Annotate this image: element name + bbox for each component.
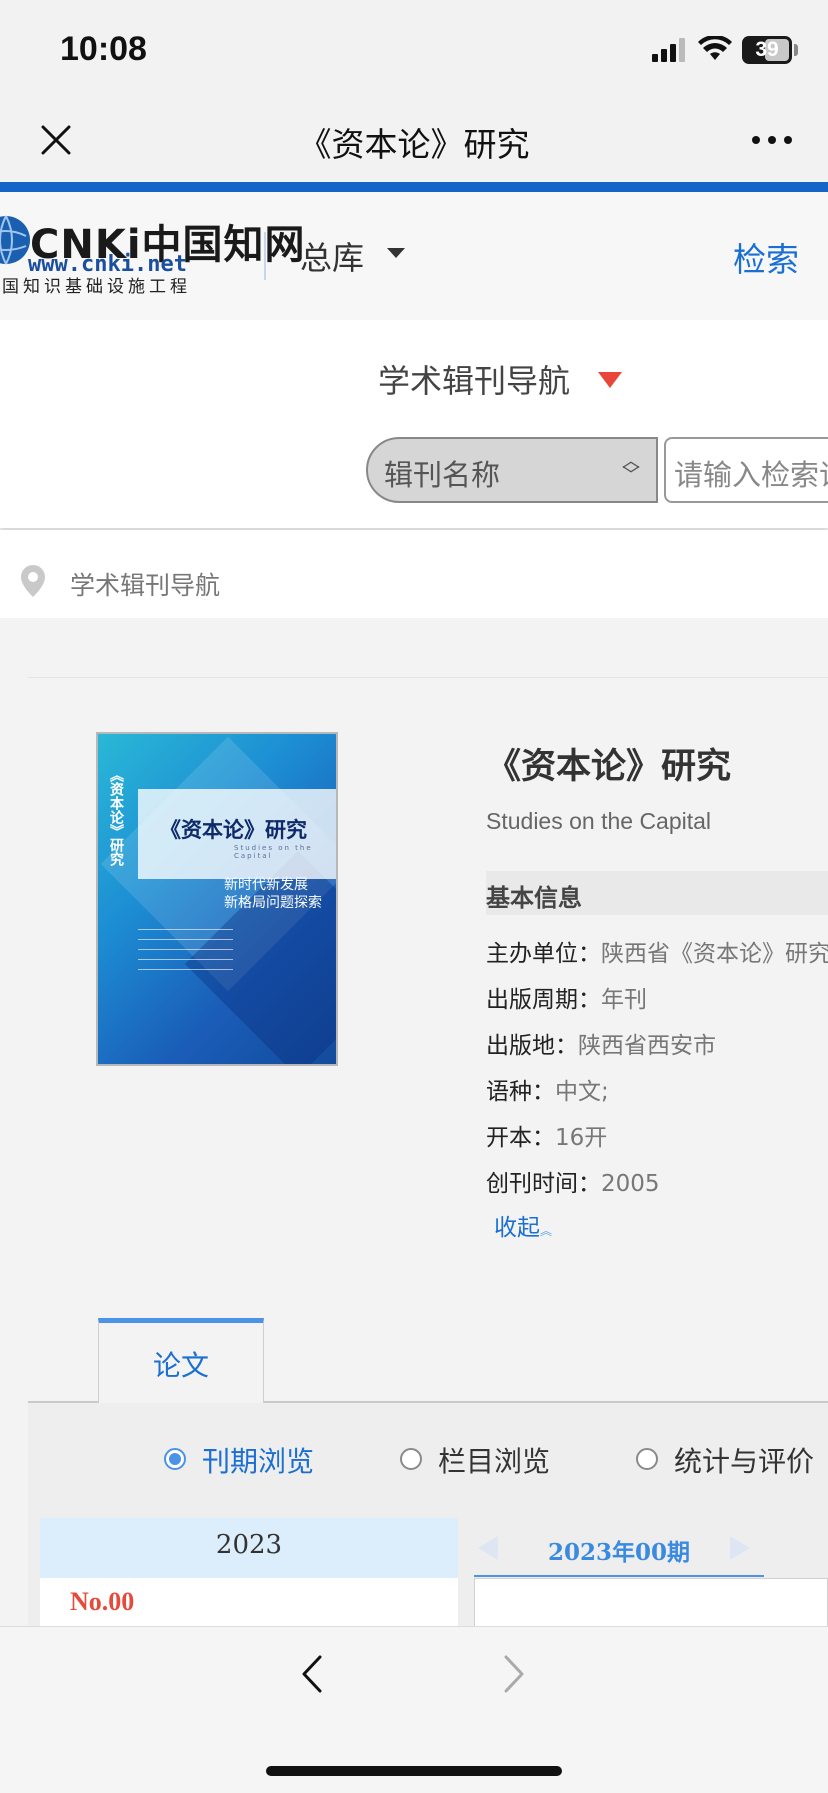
home-indicator [266, 1766, 562, 1776]
battery-level: 39 [755, 38, 779, 61]
info-value: 陕西省西安市 [578, 1033, 716, 1059]
chevron-left-icon[interactable] [298, 1654, 326, 1694]
info-label: 开本： [486, 1125, 555, 1151]
journal-title: 《资本论》研究 [486, 747, 732, 787]
field-select-value: 辑刊名称 [384, 458, 501, 492]
search-placeholder: 请输入检索词 [674, 458, 828, 492]
nav-heading[interactable]: 学术辑刊导航 [378, 356, 570, 402]
cover-title: 《资本论》研究 [160, 818, 307, 842]
cover-subtitle-en: Studies on the Capital [234, 844, 313, 860]
search-link[interactable]: 检索 [733, 233, 799, 281]
radio-stats[interactable] [636, 1448, 658, 1470]
caret-down-icon[interactable] [598, 372, 622, 388]
info-row: 语种：中文; [486, 1072, 609, 1106]
year-label: 2023 [215, 1530, 283, 1560]
radio-issue-browse-label[interactable]: 刊期浏览 [202, 1440, 314, 1480]
period-underline [474, 1575, 764, 1577]
period-content [474, 1578, 828, 1628]
info-value: 中文; [555, 1079, 609, 1105]
battery-cap [794, 44, 798, 56]
chevron-right-icon[interactable] [500, 1654, 528, 1694]
info-value: 年刊 [601, 987, 647, 1013]
info-value: 2005 [601, 1171, 660, 1197]
journal-cover: 《资本论》研究 Studies on the Capital 《资本论》研究 新… [96, 732, 338, 1066]
issue-label[interactable]: No.00 [70, 1587, 134, 1617]
radio-issue-browse[interactable] [164, 1448, 186, 1470]
info-label: 出版地： [486, 1033, 578, 1059]
info-value: 16开 [555, 1125, 608, 1151]
battery-indicator: 39 [742, 36, 792, 64]
page-title: 《资本论》研究 [298, 125, 530, 164]
chevron-down-icon[interactable] [387, 248, 405, 258]
radio-column-browse[interactable] [400, 1448, 422, 1470]
wifi-icon [698, 36, 732, 60]
info-row: 开本：16开 [486, 1118, 607, 1152]
cnki-logo-subtitle: 国知识基础设施工程 [2, 277, 191, 297]
info-value: 陕西省《资本论》研究会 [601, 941, 828, 967]
section-divider [28, 677, 828, 678]
cover-theme: 新时代新发展 新格局问题探索 [224, 876, 322, 912]
cover-text-lines [138, 920, 233, 970]
radio-stats-label[interactable]: 统计与评价 [674, 1440, 814, 1480]
status-time: 10:08 [60, 30, 147, 68]
journal-title-en: Studies on the Capital [486, 808, 712, 834]
info-label: 创刊时间： [486, 1171, 601, 1197]
info-row: 主办单位：陕西省《资本论》研究会 [486, 934, 828, 968]
info-label: 出版周期： [486, 987, 601, 1013]
period-label: 2023年00期 [547, 1539, 691, 1566]
accent-divider [0, 182, 828, 192]
select-updown-icon: ︿ ﹀ [622, 451, 640, 486]
info-row: 创刊时间：2005 [486, 1164, 660, 1198]
info-label: 语种： [486, 1079, 555, 1105]
info-heading: 基本信息 [486, 884, 582, 912]
location-pin-icon [21, 565, 45, 597]
collapse-label: 收起 [494, 1215, 540, 1241]
info-row: 出版地：陕西省西安市 [486, 1026, 716, 1060]
cover-vertical-title: 《资本论》研究 [108, 768, 124, 866]
more-dots-icon[interactable] [750, 134, 794, 146]
cover-theme-line1: 新时代新发展 [224, 877, 308, 893]
cover-theme-line2: 新格局问题探索 [224, 895, 322, 911]
double-chevron-up-icon: ︽ [540, 1224, 553, 1238]
breadcrumb-item[interactable]: 学术辑刊导航 [70, 566, 220, 602]
next-period-icon[interactable] [730, 1536, 750, 1560]
info-row: 出版周期：年刊 [486, 980, 647, 1014]
info-label: 主办单位： [486, 941, 601, 967]
library-select[interactable]: 总库 [300, 233, 364, 279]
tab-papers-label: 论文 [152, 1349, 209, 1382]
signal-icon [652, 38, 685, 62]
radio-column-browse-label[interactable]: 栏目浏览 [438, 1440, 550, 1480]
header-divider [264, 232, 266, 280]
collapse-link[interactable]: 收起︽ [494, 1208, 552, 1242]
